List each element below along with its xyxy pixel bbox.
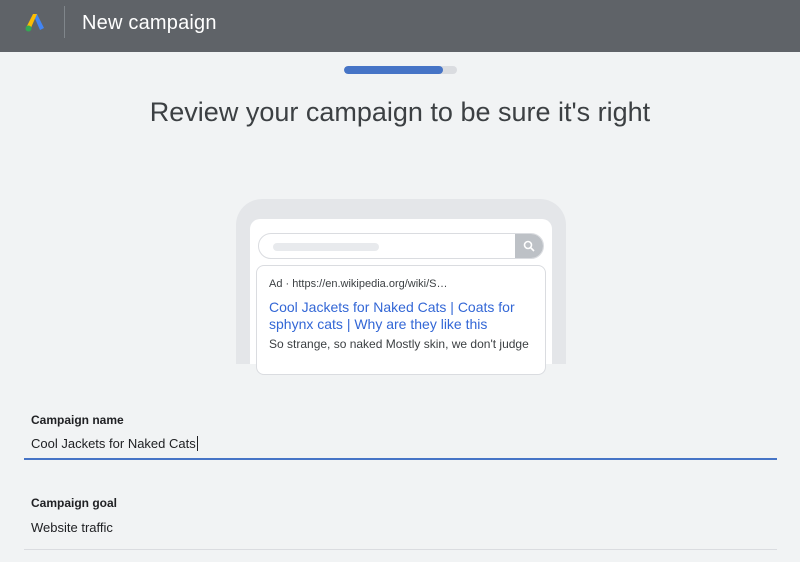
page-title: Review your campaign to be sure it's rig… xyxy=(149,97,651,127)
campaign-name-input[interactable]: Cool Jackets for Naked Cats xyxy=(24,432,777,460)
ad-preview-card: Ad · https://en.wikipedia.org/wiki/S… Co… xyxy=(256,265,546,375)
ad-description: So strange, so naked Mostly skin, we don… xyxy=(269,337,529,351)
text-cursor xyxy=(196,435,198,451)
campaign-goal-label: Campaign goal xyxy=(31,496,118,510)
ad-preview-phone: Ad · https://en.wikipedia.org/wiki/S… Co… xyxy=(236,199,566,375)
preview-search-button xyxy=(515,234,543,258)
header-divider xyxy=(64,6,65,38)
ad-display-url: Ad · https://en.wikipedia.org/wiki/S… xyxy=(269,278,448,290)
search-icon xyxy=(523,240,535,252)
ad-preview-screen: Ad · https://en.wikipedia.org/wiki/S… Co… xyxy=(250,219,552,375)
ad-headline-line1: Cool Jackets for Naked Cats | Coats for xyxy=(269,299,515,315)
ad-headline-line2: sphynx cats | Why are they like this xyxy=(269,316,488,332)
top-app-bar: New campaign xyxy=(0,0,800,52)
ad-headline: Cool Jackets for Naked Cats | Coats for … xyxy=(269,299,535,333)
section-divider xyxy=(24,549,777,550)
progress-bar-fill xyxy=(344,66,444,74)
campaign-name-value: Cool Jackets for Naked Cats xyxy=(31,435,196,451)
preview-search-bar xyxy=(258,233,544,259)
progress-bar xyxy=(344,66,457,74)
google-ads-logo-icon[interactable] xyxy=(24,12,46,34)
app-title: New campaign xyxy=(82,12,217,34)
preview-search-placeholder xyxy=(273,243,379,251)
campaign-goal-value: Website traffic xyxy=(31,520,113,535)
campaign-name-label: Campaign name xyxy=(31,413,124,427)
